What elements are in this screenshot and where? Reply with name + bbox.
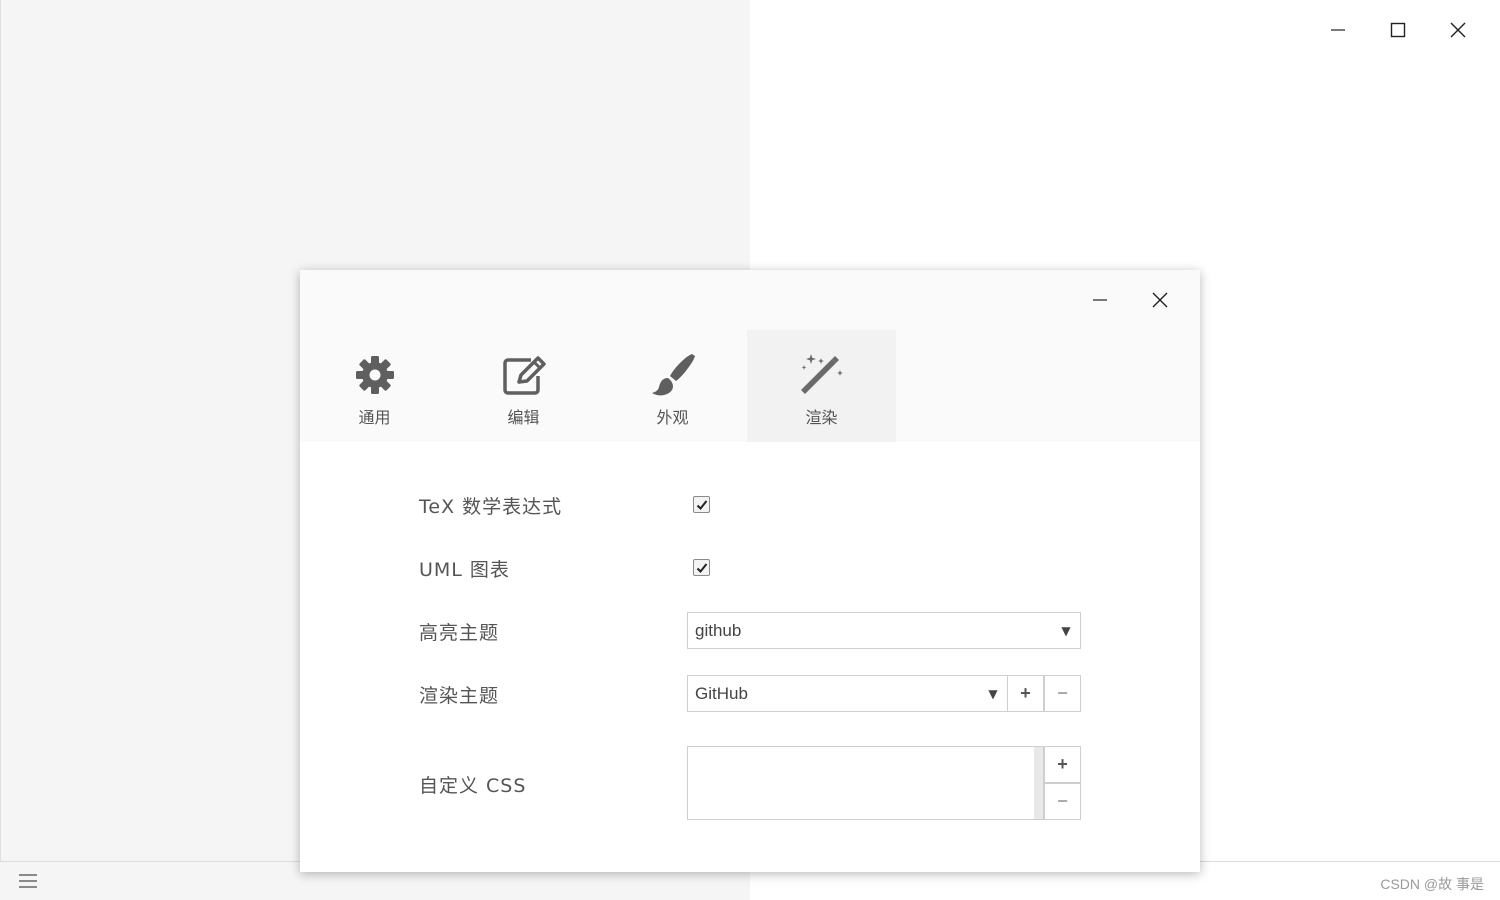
close-icon <box>1450 22 1466 38</box>
highlight-theme-value: github <box>695 620 742 640</box>
dialog-header: 通用 编辑 外观 渲染 <box>300 270 1200 442</box>
window-maximize-button[interactable] <box>1368 14 1428 46</box>
caret-down-icon: ▼ <box>1061 623 1071 638</box>
tab-editor[interactable]: 编辑 <box>449 330 598 442</box>
maximize-icon <box>1390 22 1406 38</box>
window-close-button[interactable] <box>1428 14 1488 46</box>
remove-render-theme-button[interactable]: − <box>1044 675 1081 712</box>
minimize-icon <box>1093 299 1107 301</box>
render-theme-value: GitHub <box>695 683 748 703</box>
render-theme-label: 渲染主题 <box>419 685 500 707</box>
app-window: CSDN @故 事是 通用 编辑 外观 渲染 TeX 数学表达式 UML 图表 … <box>0 0 1500 900</box>
window-controls <box>1308 14 1488 46</box>
tab-label: 通用 <box>358 408 391 427</box>
custom-css-list[interactable] <box>687 746 1044 820</box>
tex-math-checkbox[interactable] <box>693 496 710 513</box>
tab-render[interactable]: 渲染 <box>747 330 896 442</box>
menu-button[interactable] <box>18 872 38 890</box>
settings-tabs: 通用 编辑 外观 渲染 <box>300 330 896 442</box>
uml-diagram-label: UML 图表 <box>419 559 510 581</box>
highlight-theme-select[interactable]: github ▼ <box>687 612 1081 649</box>
tab-label: 渲染 <box>805 408 838 427</box>
custom-css-label: 自定义 CSS <box>419 775 527 797</box>
preferences-dialog: 通用 编辑 外观 渲染 TeX 数学表达式 UML 图表 高亮主题 github… <box>300 270 1200 872</box>
checkmark-icon <box>696 499 707 510</box>
tab-appearance[interactable]: 外观 <box>598 330 747 442</box>
magic-wand-icon <box>799 352 845 398</box>
window-minimize-button[interactable] <box>1308 14 1368 46</box>
hamburger-icon <box>19 874 37 888</box>
caret-down-icon: ▼ <box>988 686 998 701</box>
tab-label: 外观 <box>656 408 689 427</box>
edit-icon <box>501 352 547 398</box>
watermark: CSDN @故 事是 <box>1380 876 1484 892</box>
tab-general[interactable]: 通用 <box>300 330 449 442</box>
add-render-theme-button[interactable]: + <box>1007 675 1044 712</box>
dialog-close-button[interactable] <box>1130 284 1190 316</box>
checkmark-icon <box>696 562 707 573</box>
remove-custom-css-button[interactable]: − <box>1044 783 1081 820</box>
add-custom-css-button[interactable]: + <box>1044 746 1081 783</box>
gear-icon <box>352 352 398 398</box>
highlight-theme-label: 高亮主题 <box>419 622 500 644</box>
scrollbar[interactable] <box>1034 747 1043 819</box>
dialog-controls <box>1070 284 1190 316</box>
tab-label: 编辑 <box>507 408 540 427</box>
tex-math-label: TeX 数学表达式 <box>419 496 563 518</box>
close-icon <box>1152 292 1168 308</box>
minimize-icon <box>1331 29 1345 31</box>
uml-diagram-checkbox[interactable] <box>693 559 710 576</box>
paintbrush-icon <box>650 352 696 398</box>
dialog-minimize-button[interactable] <box>1070 284 1130 316</box>
render-theme-select[interactable]: GitHub ▼ <box>687 675 1008 712</box>
